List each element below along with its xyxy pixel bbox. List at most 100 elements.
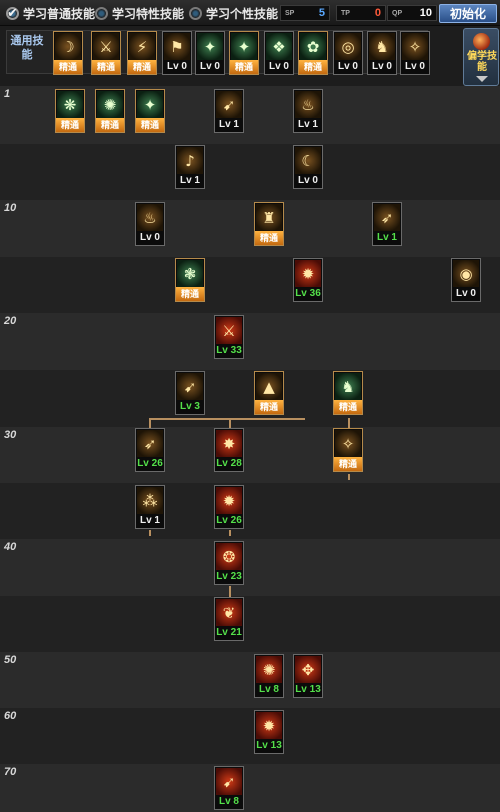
- skill-slot[interactable]: ⚔ Lv 33: [214, 315, 244, 359]
- skill-slot[interactable]: ✺ Lv 8: [254, 654, 284, 698]
- tab-normal-skills-label: 学习普通技能: [23, 6, 96, 21]
- skill-slot[interactable]: ➹ Lv 1: [214, 89, 244, 133]
- tree-row: [0, 144, 500, 200]
- common-skill-slot[interactable]: ✦ 精通: [229, 31, 259, 75]
- common-skill-slot[interactable]: ❖ Lv 0: [264, 31, 294, 75]
- skill-icon: ♨: [137, 204, 163, 231]
- skill-level-label: Lv 21: [215, 626, 243, 640]
- skill-slot[interactable]: ✸ Lv 28: [214, 428, 244, 472]
- skill-slot[interactable]: ✹ Lv 13: [254, 710, 284, 754]
- skill-icon: ♪: [177, 147, 203, 174]
- common-skill-slot[interactable]: ✧ Lv 0: [400, 31, 430, 75]
- tree-row: 10: [0, 200, 500, 257]
- tp-value: 0: [374, 7, 381, 19]
- skill-icon: ✦: [231, 33, 257, 60]
- skill-slot[interactable]: ❃ 精通: [175, 258, 205, 302]
- common-skill-slot[interactable]: ⚔ 精通: [91, 31, 121, 75]
- common-skill-slot[interactable]: ⚡ 精通: [127, 31, 157, 75]
- sp-value: 5: [318, 7, 325, 19]
- skill-slot[interactable]: ✹ Lv 36: [293, 258, 323, 302]
- skill-icon: ✥: [295, 656, 321, 683]
- skill-icon: ✸: [216, 430, 242, 457]
- skill-slot[interactable]: ⁂ Lv 1: [135, 485, 165, 529]
- skill-slot[interactable]: ♜ 精通: [254, 202, 284, 246]
- qp-points: QP 10: [387, 5, 437, 21]
- tab-personal-skills-label: 学习个性技能: [206, 6, 279, 21]
- skill-slot[interactable]: ☾ Lv 0: [293, 145, 323, 189]
- skill-icon: ✧: [335, 430, 361, 457]
- skill-slot[interactable]: ❋ 精通: [55, 89, 85, 133]
- skill-level-label: Lv 1: [294, 118, 322, 132]
- skill-level-label: Lv 13: [294, 683, 322, 697]
- tab-personal-skills[interactable]: 学习个性技能: [189, 4, 278, 22]
- skill-icon: ❋: [57, 91, 83, 118]
- tree-row: 60: [0, 708, 500, 764]
- skill-level-label: Lv 36: [294, 287, 322, 301]
- skill-icon: ✿: [300, 33, 326, 60]
- skill-icon: ✺: [97, 91, 123, 118]
- skill-level-label: 精通: [334, 400, 362, 414]
- skill-slot[interactable]: ➶ Lv 1: [372, 202, 402, 246]
- skill-level-label: Lv 0: [401, 60, 429, 74]
- skill-level-label: Lv 33: [215, 344, 243, 358]
- qp-label: QP: [392, 9, 403, 17]
- skill-slot[interactable]: ▲ 精通: [254, 371, 284, 415]
- skill-slot[interactable]: ❦ Lv 21: [214, 597, 244, 641]
- tree-connector-line: [229, 530, 231, 536]
- qp-value: 10: [419, 7, 432, 19]
- skill-level-label: Lv 3: [176, 400, 204, 414]
- skill-slot[interactable]: ♪ Lv 1: [175, 145, 205, 189]
- skill-level-label: 精通: [255, 400, 283, 414]
- required-level-marker: 60: [4, 710, 17, 722]
- initialize-button[interactable]: 初始化: [439, 4, 497, 23]
- skill-icon: ❦: [216, 599, 242, 626]
- learn-skills-panel[interactable]: 偏学技能: [463, 28, 499, 86]
- skill-icon: ➶: [137, 430, 163, 457]
- skill-icon: ❖: [266, 33, 292, 60]
- skill-slot[interactable]: ✧ 精通: [333, 428, 363, 472]
- skill-icon: ⚡: [129, 33, 155, 60]
- skill-slot[interactable]: ➶ Lv 26: [135, 428, 165, 472]
- required-level-marker: 70: [4, 766, 17, 778]
- skill-slot[interactable]: ✺ 精通: [95, 89, 125, 133]
- skill-level-label: 精通: [128, 60, 156, 74]
- tree-connector-line: [149, 418, 305, 420]
- common-skills-label: 通用技能: [10, 35, 44, 61]
- skill-slot[interactable]: ✦ 精通: [135, 89, 165, 133]
- skill-slot[interactable]: ➹ Lv 3: [175, 371, 205, 415]
- required-level-marker: 20: [4, 315, 17, 327]
- skill-slot[interactable]: ♞ 精通: [333, 371, 363, 415]
- skill-level-label: Lv 28: [215, 457, 243, 471]
- skill-icon: ☽: [55, 33, 81, 60]
- skill-slot[interactable]: ✥ Lv 13: [293, 654, 323, 698]
- common-skill-slot[interactable]: ⚑ Lv 0: [162, 31, 192, 75]
- skill-level-label: Lv 8: [215, 795, 243, 809]
- tp-label: TP: [341, 9, 350, 17]
- chevron-down-icon[interactable]: [476, 76, 488, 82]
- common-skill-slot[interactable]: ♞ Lv 0: [367, 31, 397, 75]
- skill-slot[interactable]: ♨ Lv 1: [293, 89, 323, 133]
- tab-trait-skills[interactable]: 学习特性技能: [95, 4, 184, 22]
- radio-icon: [189, 6, 202, 20]
- required-level-marker: 30: [4, 429, 17, 441]
- skill-slot[interactable]: ✹ Lv 26: [214, 485, 244, 529]
- skill-level-label: Lv 0: [452, 287, 480, 301]
- skill-icon: ✹: [256, 712, 282, 739]
- common-skill-slot[interactable]: ☽ 精通: [53, 31, 83, 75]
- common-skill-slot[interactable]: ✿ 精通: [298, 31, 328, 75]
- radio-checked-icon: [6, 5, 19, 21]
- skill-level-label: 精通: [96, 118, 124, 132]
- common-skill-slot[interactable]: ◎ Lv 0: [333, 31, 363, 75]
- tab-normal-skills[interactable]: 学习普通技能: [6, 4, 95, 22]
- tree-row: 40: [0, 539, 500, 596]
- skill-icon: ▲: [256, 373, 282, 400]
- skill-slot[interactable]: ❂ Lv 23: [214, 541, 244, 585]
- radio-icon: [95, 6, 108, 20]
- skill-slot[interactable]: ♨ Lv 0: [135, 202, 165, 246]
- common-skill-slot[interactable]: ✦ Lv 0: [195, 31, 225, 75]
- skill-level-label: Lv 0: [265, 60, 293, 74]
- skill-icon: ⚔: [93, 33, 119, 60]
- sp-points: SP 5: [280, 5, 330, 21]
- skill-slot[interactable]: ◉ Lv 0: [451, 258, 481, 302]
- skill-slot[interactable]: ➹ Lv 8: [214, 766, 244, 810]
